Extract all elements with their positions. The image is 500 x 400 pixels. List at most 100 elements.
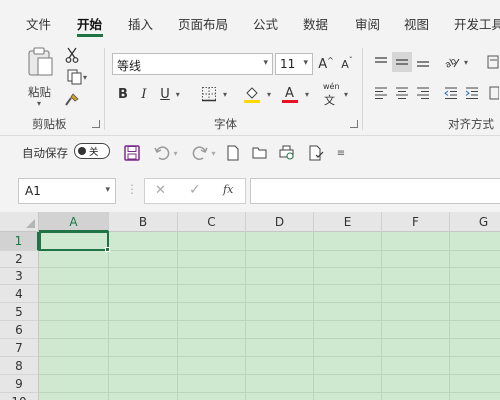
orientation-button[interactable]: ab ▾: [440, 52, 472, 72]
align-middle-button[interactable]: [392, 52, 412, 72]
row-header[interactable]: 1: [0, 232, 39, 251]
print-preview-button[interactable]: [277, 143, 297, 163]
phonetic-guide-char: 文: [324, 94, 335, 107]
column-header[interactable]: B: [109, 212, 178, 232]
row-header[interactable]: 2: [0, 251, 39, 268]
row-header[interactable]: 10: [0, 393, 39, 400]
ribbon: 粘贴 ▾ ▾ 剪贴板 等线 ▾ 11 ▾ A ^ Aˇ B I U ▾ ▾ ▾ …: [0, 40, 500, 136]
undo-button[interactable]: ▾: [150, 143, 182, 163]
row-header[interactable]: 7: [0, 339, 39, 357]
decrease-indent-icon: [444, 87, 457, 99]
borders-dropdown-icon[interactable]: ▾: [223, 90, 227, 99]
gridline: [39, 284, 500, 285]
format-painter-button[interactable]: [63, 91, 81, 109]
tab-page-layout[interactable]: 页面布局: [178, 14, 228, 33]
wrap-text-button[interactable]: [486, 52, 500, 72]
worksheet-grid[interactable]: A B C D E F G 1 2 3 4 5 6 7 8 9 10: [0, 212, 500, 400]
column-header[interactable]: A: [39, 212, 109, 232]
column-header[interactable]: G: [450, 212, 500, 232]
decrease-font-icon: A: [341, 57, 349, 71]
save-button[interactable]: [122, 143, 142, 163]
phonetic-dropdown-icon[interactable]: ▾: [344, 90, 348, 99]
font-color-dropdown-icon[interactable]: ▾: [305, 90, 309, 99]
document-button[interactable]: [306, 143, 326, 163]
tab-review[interactable]: 审阅: [355, 14, 380, 33]
confirm-entry-icon[interactable]: ✓: [189, 182, 201, 198]
group-separator: [104, 48, 105, 130]
row-header[interactable]: 8: [0, 357, 39, 375]
column-header[interactable]: E: [314, 212, 382, 232]
formula-input[interactable]: [250, 178, 500, 204]
underline-dropdown-icon[interactable]: ▾: [176, 90, 180, 99]
select-all-button[interactable]: [0, 212, 39, 232]
font-size-select[interactable]: 11 ▾: [275, 53, 313, 75]
borders-button[interactable]: ▾: [196, 84, 232, 104]
decrease-indent-button[interactable]: [442, 84, 460, 102]
cancel-entry-icon[interactable]: ✕: [155, 183, 166, 198]
tab-data[interactable]: 数据: [303, 14, 328, 33]
row-header[interactable]: 6: [0, 321, 39, 339]
column-header[interactable]: F: [382, 212, 450, 232]
tab-file[interactable]: 文件: [26, 14, 51, 33]
clipboard-launcher-icon[interactable]: [92, 120, 100, 128]
document-check-icon: [309, 145, 324, 161]
merge-cells-icon: [489, 86, 499, 100]
align-top-icon: [375, 57, 387, 63]
customize-qat-button[interactable]: ≡: [334, 143, 348, 163]
phonetic-guide-button[interactable]: wén 文 ▾: [320, 82, 354, 108]
toggle-knob: [78, 147, 86, 155]
tab-developer[interactable]: 开发工具: [454, 14, 500, 33]
underline-button[interactable]: U ▾: [155, 84, 185, 104]
redo-dropdown-icon[interactable]: ▾: [211, 149, 215, 158]
open-button[interactable]: [250, 143, 270, 163]
increase-indent-button[interactable]: [463, 84, 481, 102]
tab-insert[interactable]: 插入: [128, 14, 153, 33]
customize-icon: ≡: [336, 147, 346, 159]
font-name-select[interactable]: 等线 ▾: [112, 53, 273, 75]
fill-bucket-icon: [243, 87, 260, 103]
align-right-icon: [417, 87, 429, 99]
name-box[interactable]: A1 ▾: [18, 178, 116, 204]
new-file-button[interactable]: [224, 143, 242, 163]
redo-button[interactable]: ▾: [188, 143, 220, 163]
autosave-state: 关: [89, 147, 99, 158]
row-header[interactable]: 9: [0, 375, 39, 393]
column-header[interactable]: D: [246, 212, 314, 232]
align-top-button[interactable]: [372, 53, 390, 71]
row-header[interactable]: 3: [0, 268, 39, 285]
gridline: [39, 392, 500, 393]
align-right-button[interactable]: [414, 84, 432, 102]
gridline: [39, 374, 500, 375]
font-color-button[interactable]: A ▾: [278, 83, 312, 105]
cut-button[interactable]: [63, 46, 81, 64]
italic-button[interactable]: I: [135, 84, 153, 104]
font-launcher-icon[interactable]: [350, 120, 358, 128]
fill-color-dropdown-icon[interactable]: ▾: [267, 90, 271, 99]
merge-center-button[interactable]: [488, 84, 500, 102]
tab-view[interactable]: 视图: [404, 14, 429, 33]
tab-home[interactable]: 开始: [77, 14, 102, 33]
phonetic-guide-icon: wén: [323, 82, 340, 91]
orientation-dropdown-icon[interactable]: ▾: [464, 58, 468, 67]
row-header[interactable]: 4: [0, 285, 39, 303]
column-header[interactable]: C: [178, 212, 246, 232]
undo-dropdown-icon[interactable]: ▾: [173, 149, 177, 158]
copy-button[interactable]: ▾: [62, 68, 92, 86]
row-header[interactable]: 5: [0, 303, 39, 321]
tab-formulas[interactable]: 公式: [253, 14, 278, 33]
align-bottom-button[interactable]: [414, 53, 432, 71]
bold-button[interactable]: B: [114, 84, 132, 104]
fill-handle[interactable]: [105, 247, 110, 252]
active-cell-a1[interactable]: [39, 231, 109, 251]
scissors-icon: [65, 47, 79, 63]
decrease-font-size-button[interactable]: Aˇ: [338, 54, 356, 74]
fill-color-button[interactable]: ▾: [240, 83, 274, 105]
paste-button[interactable]: 粘贴 ▾: [18, 46, 62, 110]
increase-font-size-button[interactable]: A ^: [317, 54, 335, 74]
copy-dropdown-icon[interactable]: ▾: [83, 73, 87, 82]
align-left-button[interactable]: [372, 84, 390, 102]
align-center-button[interactable]: [393, 84, 411, 102]
autosave-toggle[interactable]: 关: [74, 143, 110, 159]
insert-function-button[interactable]: fx: [223, 183, 233, 196]
paste-dropdown-icon[interactable]: ▾: [37, 99, 41, 108]
